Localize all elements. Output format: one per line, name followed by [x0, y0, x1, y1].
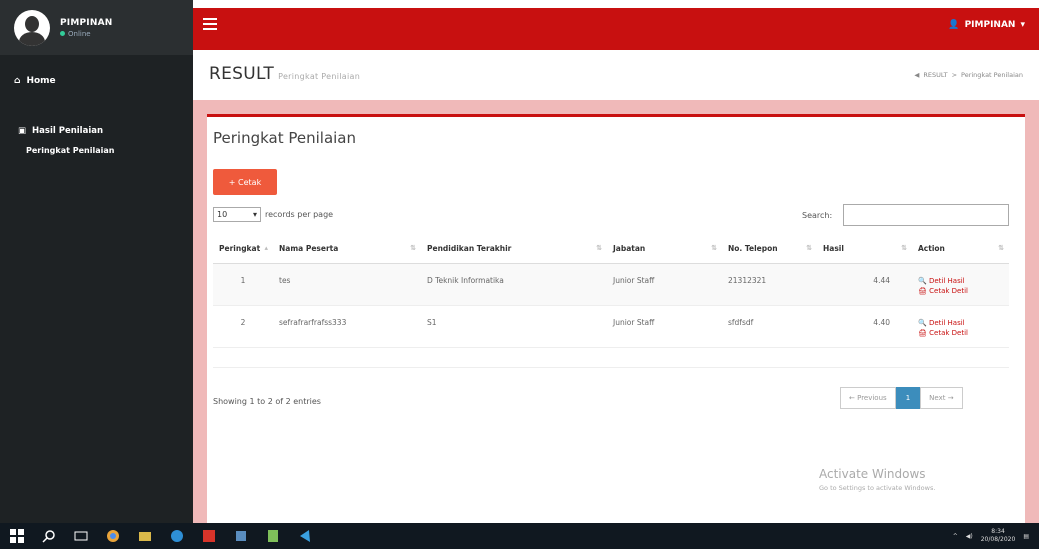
activation-watermark: Activate Windows Go to Settings to activ…: [819, 467, 936, 492]
col-peringkat[interactable]: Peringkat ▴: [213, 235, 273, 264]
next-page-button[interactable]: Next →: [920, 387, 963, 409]
online-dot-icon: [60, 31, 65, 36]
page-title: RESULT Peringkat Penilaian: [209, 64, 361, 84]
content-area: Peringkat Penilaian + Cetak 10 ▾ records …: [193, 100, 1039, 523]
menu-toggle-icon[interactable]: [203, 18, 217, 33]
col-nama[interactable]: Nama Peserta ⇅: [273, 235, 421, 264]
prev-page-button[interactable]: ← Previous: [840, 387, 896, 409]
sidebar-item-home[interactable]: ⌂ Home: [14, 76, 56, 86]
detail-link[interactable]: 🔍 Detil Hasil: [918, 276, 1003, 286]
windows-start-icon[interactable]: [10, 529, 24, 543]
search-icon: 🔍: [918, 318, 927, 327]
notepad-icon[interactable]: [266, 529, 280, 543]
detail-link[interactable]: 🔍 Detil Hasil: [918, 318, 1003, 328]
user-icon: 👤: [948, 20, 960, 30]
col-hasil[interactable]: Hasil ⇅: [817, 235, 912, 264]
page-1-button[interactable]: 1: [895, 387, 921, 409]
user-menu[interactable]: 👤 PIMPINAN ▾: [948, 20, 1025, 30]
print-detail-link[interactable]: 🖨 Cetak Detil: [918, 286, 1003, 296]
sidebar-group-hasil: ▣ Hasil Penilaian Peringkat Penilaian: [0, 126, 193, 155]
avatar: [14, 9, 50, 46]
page-subtitle: Peringkat Penilaian: [278, 72, 361, 81]
table-info: Showing 1 to 2 of 2 entries: [213, 397, 321, 406]
print-detail-link[interactable]: 🖨 Cetak Detil: [918, 328, 1003, 338]
breadcrumb-current: Peringkat Penilaian: [961, 71, 1023, 79]
app-icon[interactable]: [234, 529, 248, 543]
chevron-up-icon[interactable]: ^: [953, 533, 958, 540]
topbar: 👤 PIMPINAN ▾: [193, 0, 1039, 50]
printer-icon: 🖨: [918, 286, 927, 295]
volume-icon[interactable]: ◀): [966, 533, 973, 540]
system-tray: ^ ◀) 8:34 20/08/2020 ▤: [953, 528, 1029, 544]
caret-down-icon: ▾: [1020, 20, 1025, 30]
clock-date[interactable]: 20/08/2020: [981, 536, 1016, 544]
table-row: 1 tes D Teknik Informatika Junior Staff …: [213, 263, 1009, 306]
ranking-table: Peringkat ▴ Nama Peserta ⇅ Pendidikan Tera…: [213, 235, 1009, 368]
notification-icon[interactable]: ▤: [1023, 533, 1029, 540]
breadcrumb-result[interactable]: RESULT: [923, 71, 947, 79]
user-status: Online: [60, 30, 112, 38]
vscode-icon[interactable]: [298, 529, 312, 543]
home-icon: ⌂: [14, 76, 21, 86]
task-view-icon[interactable]: [74, 529, 88, 543]
col-action[interactable]: Action ⇅: [912, 235, 1009, 264]
page-length-label: records per page: [265, 210, 334, 219]
col-pendidikan[interactable]: Pendidikan Terakhir ⇅: [421, 235, 607, 264]
taskbar: ^ ◀) 8:34 20/08/2020 ▤: [0, 523, 1039, 549]
search-input[interactable]: [843, 204, 1009, 226]
chrome-icon[interactable]: [106, 529, 120, 543]
sidebar: PIMPINAN Online ⌂ Home ▣ Hasil Penilaian…: [0, 0, 193, 523]
printer-icon: 🖨: [918, 328, 927, 337]
col-telepon[interactable]: No. Telepon ⇅: [722, 235, 817, 264]
sidebar-item-peringkat-penilaian[interactable]: Peringkat Penilaian: [0, 146, 193, 155]
user-panel: PIMPINAN Online: [0, 0, 193, 55]
pagination: ← Previous 1 Next →: [840, 387, 963, 409]
sidebar-item-hasil-penilaian[interactable]: ▣ Hasil Penilaian: [0, 126, 193, 136]
ranking-box: Peringkat Penilaian + Cetak 10 ▾ records …: [207, 114, 1025, 523]
table-row: 2 sefrafrarfrafss333 S1 Junior Staff sfd…: [213, 305, 1009, 348]
col-jabatan[interactable]: Jabatan ⇅: [607, 235, 722, 264]
breadcrumb: ◀ RESULT > Peringkat Penilaian: [914, 71, 1023, 79]
content: RESULT Peringkat Penilaian ◀ RESULT > Per…: [193, 50, 1039, 523]
file-explorer-icon[interactable]: [138, 529, 152, 543]
edge-icon[interactable]: [170, 529, 184, 543]
breadcrumb-home-icon: ◀: [914, 71, 920, 79]
content-header: RESULT Peringkat Penilaian ◀ RESULT > Per…: [193, 50, 1039, 100]
clock-time[interactable]: 8:34: [981, 528, 1016, 536]
print-button[interactable]: + Cetak: [213, 169, 277, 195]
page-length-select[interactable]: 10 ▾: [213, 207, 261, 222]
chevron-down-icon: ▾: [252, 210, 257, 219]
box-title: Peringkat Penilaian: [213, 129, 357, 147]
user-name: PIMPINAN: [60, 17, 113, 28]
search-icon[interactable]: [42, 529, 56, 543]
search-icon: 🔍: [918, 276, 927, 285]
chart-icon: ▣: [18, 126, 27, 136]
search-label: Search:: [802, 211, 833, 220]
media-icon[interactable]: [202, 529, 216, 543]
